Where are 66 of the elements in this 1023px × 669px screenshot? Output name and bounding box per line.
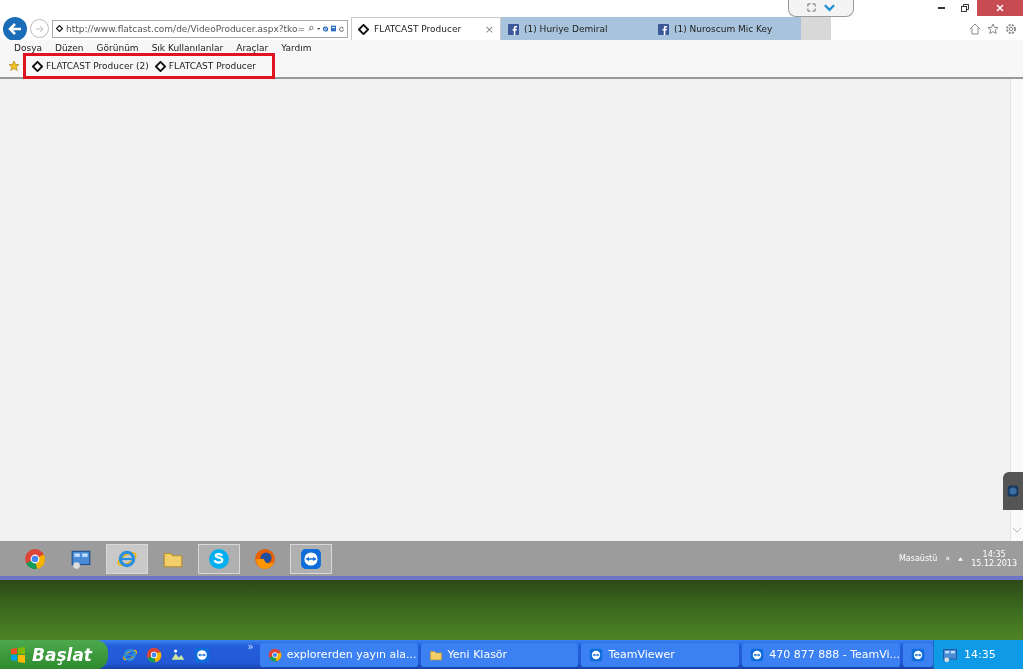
minimize-icon: [937, 7, 945, 9]
taskbar-task-button[interactable]: [903, 642, 934, 667]
search-icon: [308, 24, 314, 33]
chrome-icon: [267, 647, 282, 662]
chevron-icon[interactable]: [824, 3, 835, 12]
compatibility-icon: [330, 24, 336, 33]
left-arrow-icon: [8, 22, 22, 35]
more-button[interactable]: »: [247, 640, 254, 652]
control-panel-icon: [942, 646, 959, 663]
fullscreen-icon: [807, 3, 816, 12]
toolbar-label: Masaüstü: [898, 554, 938, 563]
diamond-icon: [32, 60, 43, 72]
menu-item[interactable]: Yardım: [281, 42, 312, 53]
refresh-icon: [338, 24, 344, 33]
favorites-star-icon[interactable]: [8, 60, 20, 72]
teamviewer-icon: [300, 547, 322, 570]
taskbar-task-button[interactable]: TeamViewer: [581, 642, 740, 667]
restore-icon: [961, 4, 969, 12]
settings-icon[interactable]: [1005, 22, 1017, 35]
chrome-icon: [24, 547, 46, 570]
taskbar-task-button[interactable]: explorerden yayın ala...: [259, 642, 418, 667]
taskbar-app-button[interactable]: [290, 543, 332, 574]
facebook-icon: [658, 23, 669, 35]
start-button[interactable]: Başlat: [0, 640, 108, 669]
chrome-icon: [145, 646, 162, 663]
taskbar-app-button[interactable]: [198, 543, 240, 574]
menu-item[interactable]: Dosya: [14, 42, 42, 53]
browser-tab[interactable]: (1) Nuroscum Mic Key: [651, 17, 801, 40]
teamviewer-icon: [1007, 485, 1019, 497]
teamviewer-icon: [589, 647, 604, 662]
taskbar-task-button[interactable]: Yeni Klasör: [420, 642, 579, 667]
date-text: 15.12.2013: [971, 558, 1017, 568]
diamond-icon: [56, 23, 63, 34]
scroll-down-icon[interactable]: [1013, 528, 1021, 533]
taskbar-task-button[interactable]: 470 877 888 - TeamVi...: [742, 642, 901, 667]
diamond-icon: [358, 23, 369, 35]
browser-tab[interactable]: FLATCAST Producer ×: [351, 17, 501, 40]
teamviewer-tab[interactable]: [1003, 472, 1023, 510]
internet-explorer-icon: [121, 646, 138, 663]
teamviewer-icon: [193, 646, 210, 663]
browser-tab[interactable]: (1) Huriye Demiral: [501, 17, 651, 40]
skype-icon: [208, 547, 230, 570]
star-icon[interactable]: [987, 22, 999, 35]
firefox-icon: [254, 547, 276, 570]
block-icon: [322, 24, 328, 33]
right-arrow-icon: [34, 24, 45, 33]
back-button[interactable]: [3, 16, 27, 41]
menu-item[interactable]: Düzen: [54, 42, 84, 53]
clock: 14:35: [964, 648, 996, 661]
home-icon[interactable]: [969, 22, 981, 35]
facebook-icon: [508, 23, 519, 35]
time-text: 14:35: [982, 549, 1006, 559]
tray-arrow-icon[interactable]: [958, 556, 964, 561]
tab-close-button[interactable]: ×: [484, 22, 494, 36]
close-icon: [996, 4, 1004, 12]
menu-item[interactable]: Görünüm: [96, 42, 139, 53]
favorite-link[interactable]: FLATCAST Producer: [154, 60, 257, 72]
address-field[interactable]: http://www.flatcast.com/de/VideoProducer.aspx?tko=: [52, 19, 348, 38]
windows-logo-icon: [10, 646, 26, 663]
teamviewer-icon: [750, 647, 765, 662]
teamviewer-icon: [911, 647, 926, 662]
menu-item[interactable]: Sık Kullanılanlar: [151, 42, 224, 53]
favorite-link[interactable]: FLATCAST Producer (2): [32, 60, 149, 72]
diamond-icon: [154, 60, 166, 72]
menu-item[interactable]: Araçlar: [236, 42, 269, 53]
taskbar-app-button[interactable]: [106, 543, 148, 574]
